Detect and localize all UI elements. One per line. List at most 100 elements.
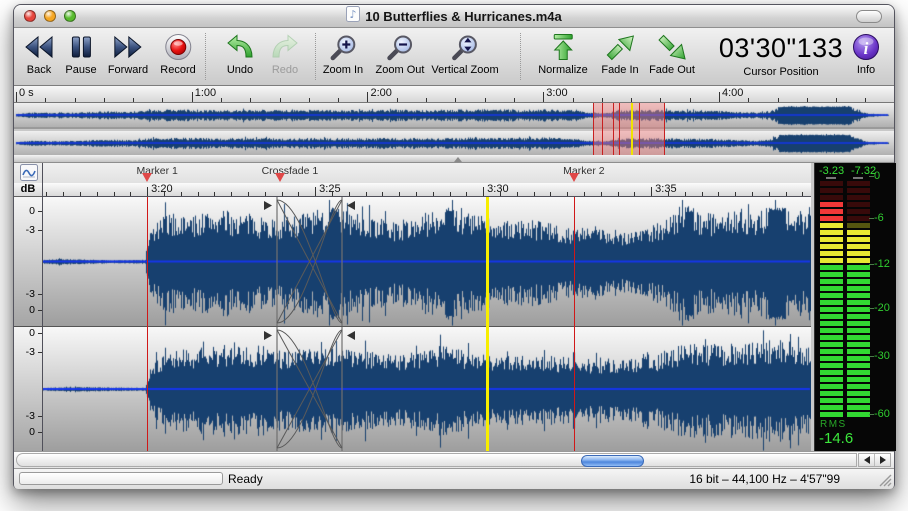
marker-line[interactable] [574,197,575,451]
crossfade-right-handle-icon[interactable] [347,201,355,210]
crossfade-left-handle-icon[interactable] [264,331,272,340]
toolbar-button-fade-in[interactable]: Fade In [601,31,638,76]
back-icon [24,31,54,63]
overview-marker-line[interactable] [619,103,620,155]
fade-in-icon [605,31,635,63]
playback-cursor[interactable] [486,197,489,451]
meter-scale-label: -12 [874,258,890,270]
overview-channel-2[interactable] [14,131,894,155]
marker-triangle-icon[interactable] [142,173,152,182]
ruler-tick [147,187,148,196]
toolbar-button-label: Info [857,64,875,76]
meter-led-segment [847,377,870,382]
overview-selection[interactable] [593,103,665,155]
scroll-right-button[interactable] [874,454,890,466]
meter-led-segment [847,209,870,214]
toolbar-button-zoom-out[interactable]: Zoom Out [376,31,425,76]
overview-channel-1[interactable] [14,103,894,129]
ruler-tick [769,192,770,196]
overview-marker-line[interactable] [602,103,603,155]
db-unit-label: dB [14,183,42,197]
toolbar-button-undo[interactable]: Undo [226,31,254,76]
meter-led-segment [847,321,870,326]
toolbar-button-label: Back [27,64,51,76]
toolbar-toggle-button[interactable] [856,10,882,23]
meter-led-segment [847,230,870,235]
ruler-tick [748,98,749,102]
meter-led-segment [847,293,870,298]
waveform-channel-2[interactable] [43,327,811,451]
ruler-tick [550,192,551,196]
scrollbar-thumb[interactable] [581,455,644,467]
toolbar-button-normalize[interactable]: Normalize [538,31,588,76]
marker-bar[interactable]: Marker 1Crossfade 1Marker 2 [43,163,811,183]
window-title: 10 Butterflies & Hurricanes.m4a [365,9,562,24]
toolbar-button-vertical-zoom[interactable]: Vertical Zoom [431,31,498,76]
meter-led-segment [820,272,843,277]
ruler-tick [198,192,199,196]
waveform-editor[interactable] [43,197,811,451]
db-tick [38,294,42,295]
meter-scale-tick [869,308,874,309]
waveform-channel-1-canvas[interactable] [43,197,811,326]
marker-line[interactable] [147,197,148,451]
titlebar[interactable]: ♪ 10 Butterflies & Hurricanes.m4a [14,5,894,28]
crossfade-region[interactable] [262,327,357,451]
toolbar-button-pause[interactable]: Pause [65,31,96,76]
ruler-tick [601,192,602,196]
resize-grip[interactable] [877,472,892,487]
overview-marker-line[interactable] [639,103,640,155]
ruler-tick [192,92,193,102]
crossfade-left-handle-icon[interactable] [264,201,272,210]
waveform-channel-1[interactable] [43,197,811,327]
meter-led-segment [820,342,843,347]
meter-led-segment [847,370,870,375]
toolbar-button-back[interactable]: Back [24,31,54,76]
main-timeline-ruler[interactable]: 3:203:253:303:35 [43,183,811,197]
ruler-label: 1:00 [195,87,216,99]
divider-grip-icon[interactable] [454,157,462,162]
scroll-left-button[interactable] [859,454,874,466]
waveform-channel-2-canvas[interactable] [43,327,811,451]
meter-led-segment [820,293,843,298]
pane-divider[interactable] [14,155,894,163]
fade-out-icon [657,31,687,63]
overview-marker-line[interactable] [613,103,614,155]
scrollbar-arrows [858,453,891,467]
crossfade-region[interactable] [262,197,357,326]
overview-playback-cursor[interactable] [631,103,633,155]
meter-led-segment [820,363,843,368]
overview-waveform-1-canvas[interactable] [14,103,894,127]
meter-led-segment [820,216,843,221]
title-wrap: ♪ 10 Butterflies & Hurricanes.m4a [14,5,894,27]
db-tick [38,416,42,417]
toolbar-button-forward[interactable]: Forward [108,31,148,76]
toolbar-button-label: Redo [272,64,298,76]
toolbar-separator [205,33,206,80]
ruler-tick [366,192,367,196]
overview-timeline-ruler[interactable]: 0 s1:002:003:004:00 [14,86,894,103]
toolbar-button-fade-out[interactable]: Fade Out [649,31,695,76]
scrollbar-track[interactable] [16,453,857,467]
meter-led-segment [847,258,870,263]
meter-led-segment [820,237,843,242]
meter-led-segment [820,202,843,207]
horizontal-scrollbar[interactable] [14,451,894,469]
ruler-tick [450,192,451,196]
toolbar-button-info[interactable]: iInfo [852,31,880,76]
marker-triangle-icon[interactable] [569,173,579,182]
toolbar-button-redo[interactable]: Redo [271,31,299,76]
toolbar-button-zoom-in[interactable]: Zoom In [323,31,363,76]
crossfade-right-handle-icon[interactable] [347,331,355,340]
toolbar-button-record[interactable]: Record [160,31,195,76]
marker-triangle-icon[interactable] [275,173,285,182]
ruler-tick [426,98,427,102]
toolbar-button-label: Record [160,64,195,76]
ruler-tick [367,92,368,102]
overview-waveform-2-canvas[interactable] [14,131,894,155]
meter-led-segment [820,370,843,375]
db-tick [38,352,42,353]
meter-led-segment [847,188,870,193]
meter-scale-tick [869,356,874,357]
meter-led-segment [820,307,843,312]
